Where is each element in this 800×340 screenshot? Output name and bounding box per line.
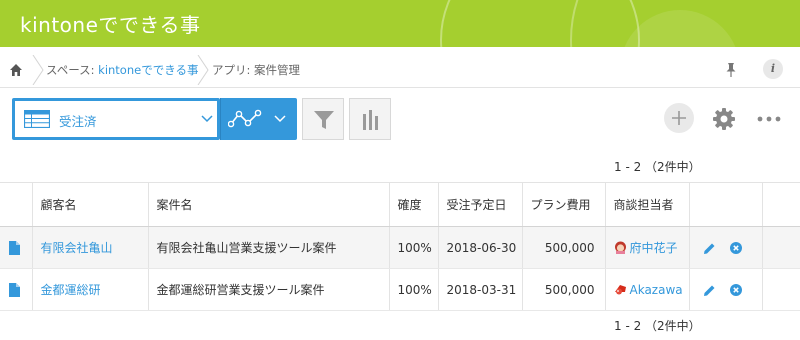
- add-record-button[interactable]: [664, 103, 694, 133]
- view-selector-field[interactable]: 受注済: [15, 101, 217, 137]
- line-graph-icon: [228, 109, 262, 128]
- table-header-row: 顧客名 案件名 確度 受注予定日 プラン費用 商談担当者: [0, 182, 800, 227]
- app-header: kintoneでできる事: [0, 0, 800, 47]
- project-name: 金都運総研営業支援ツール案件: [148, 268, 390, 311]
- record-detail-cell[interactable]: [0, 226, 33, 269]
- table-row: 金都運総研 金都運総研営業支援ツール案件 100% 2018-03-31 500…: [0, 268, 800, 311]
- project-name: 有限会社亀山営業支援ツール案件: [148, 226, 390, 269]
- pencil-icon[interactable]: [703, 284, 716, 297]
- filter-icon: [314, 111, 334, 129]
- breadcrumb-separator: [32, 55, 44, 85]
- column-header[interactable]: 確度: [389, 182, 439, 227]
- breadcrumb-space-prefix: スペース:: [46, 63, 99, 77]
- order-date: 2018-03-31: [438, 268, 523, 311]
- breadcrumb-space-link[interactable]: kintoneでできる事: [98, 63, 198, 77]
- bar-chart-icon: [363, 110, 378, 130]
- column-header-actions: [689, 182, 763, 227]
- sales-rep-cell[interactable]: Akazawa: [605, 268, 690, 311]
- column-header[interactable]: 顧客名: [32, 182, 149, 227]
- customer-name[interactable]: 金都運総研: [32, 268, 149, 311]
- info-button[interactable]: i: [763, 59, 783, 79]
- pin-icon[interactable]: [724, 62, 738, 78]
- column-header-icon: [0, 182, 33, 227]
- pencil-icon[interactable]: [703, 242, 716, 255]
- graph-selector-button[interactable]: [220, 98, 297, 140]
- plan-cost: 500,000: [522, 268, 606, 311]
- customer-name[interactable]: 有限会社亀山: [32, 226, 149, 269]
- filter-button[interactable]: [302, 98, 344, 140]
- row-actions: [689, 268, 763, 311]
- breadcrumb-separator: [197, 55, 209, 85]
- row-trailing-cell: [762, 268, 800, 311]
- table-row: 有限会社亀山 有限会社亀山営業支援ツール案件 100% 2018-06-30 5…: [0, 226, 800, 269]
- avatar: [614, 284, 626, 294]
- probability: 100%: [389, 226, 439, 269]
- app-title: kintoneでできる事: [20, 13, 201, 37]
- breadcrumb: スペース: kintoneでできる事 アプリ: 案件管理 i: [0, 52, 800, 88]
- list-view-icon: [24, 110, 50, 128]
- row-actions: [689, 226, 763, 269]
- home-icon[interactable]: [9, 63, 23, 77]
- chevron-down-icon: [274, 115, 286, 123]
- graph-button[interactable]: [349, 98, 391, 140]
- breadcrumb-app: アプリ: 案件管理: [212, 63, 301, 77]
- sales-rep-cell[interactable]: 府中花子: [605, 226, 690, 269]
- document-icon[interactable]: [9, 240, 20, 255]
- document-icon[interactable]: [9, 282, 20, 297]
- pager-top: 1 - 2 （2件中）: [614, 160, 701, 174]
- probability: 100%: [389, 268, 439, 311]
- column-header[interactable]: プラン費用: [522, 182, 606, 227]
- sales-rep-name[interactable]: Akazawa: [630, 283, 683, 297]
- breadcrumb-space[interactable]: スペース: kintoneでできる事: [46, 62, 198, 78]
- column-header[interactable]: 案件名: [148, 182, 390, 227]
- avatar: [614, 241, 626, 254]
- delete-icon[interactable]: [729, 284, 742, 296]
- record-list-table: 顧客名 案件名 確度 受注予定日 プラン費用 商談担当者 有限会社亀山 有限会社…: [0, 182, 800, 311]
- header-decoration: [570, 0, 800, 47]
- row-trailing-cell: [762, 226, 800, 269]
- gear-icon[interactable]: [712, 107, 736, 131]
- delete-icon[interactable]: [729, 242, 742, 254]
- column-header[interactable]: 商談担当者: [605, 182, 690, 227]
- view-name: 受注済: [59, 114, 97, 129]
- column-header-blank: [762, 182, 800, 227]
- plus-icon: [672, 111, 686, 125]
- view-selector[interactable]: 受注済: [12, 98, 220, 140]
- chevron-down-icon: [201, 115, 213, 123]
- pager-bottom: 1 - 2 （2件中）: [614, 319, 701, 333]
- sales-rep-name[interactable]: 府中花子: [630, 241, 678, 255]
- order-date: 2018-06-30: [438, 226, 523, 269]
- record-detail-cell[interactable]: [0, 268, 33, 311]
- plan-cost: 500,000: [522, 226, 606, 269]
- column-header[interactable]: 受注予定日: [438, 182, 523, 227]
- more-options-icon[interactable]: [757, 116, 781, 122]
